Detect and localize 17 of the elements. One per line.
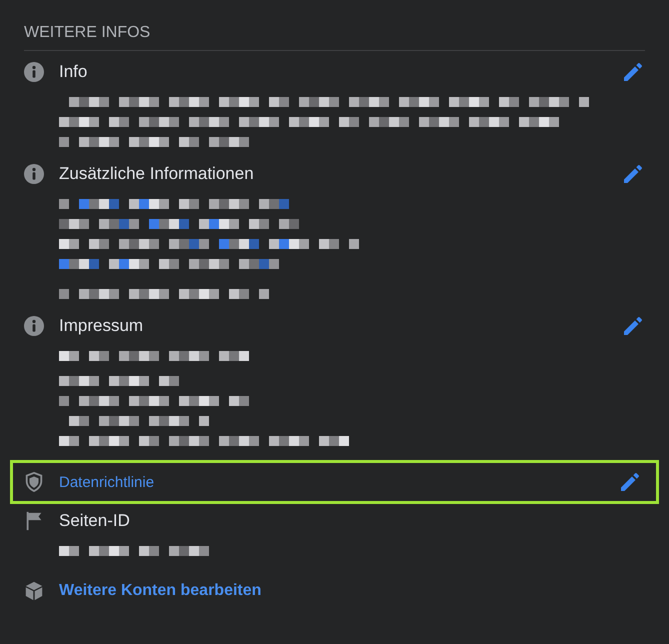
- info-icon: [24, 164, 44, 184]
- item-title: Seiten-ID: [59, 511, 130, 531]
- edit-icon[interactable]: [618, 470, 642, 494]
- policy-link[interactable]: Datenrichtlinie: [59, 474, 154, 490]
- section-heading: WEITERE INFOS: [24, 24, 150, 43]
- edit-icon[interactable]: [621, 314, 645, 338]
- info-icon: [24, 316, 44, 336]
- edit-icon[interactable]: [621, 162, 645, 186]
- shield-icon: [24, 472, 44, 492]
- cube-icon: [24, 581, 44, 601]
- edit-icon[interactable]: [621, 60, 645, 84]
- item-title: Info: [59, 62, 88, 82]
- item-title: Zusätzliche Informationen: [59, 164, 254, 184]
- info-icon: [24, 62, 44, 82]
- item-title: Impressum: [59, 316, 144, 336]
- edit-accounts-link[interactable]: Weitere Konten bearbeiten: [59, 582, 262, 600]
- flag-icon: [24, 511, 44, 531]
